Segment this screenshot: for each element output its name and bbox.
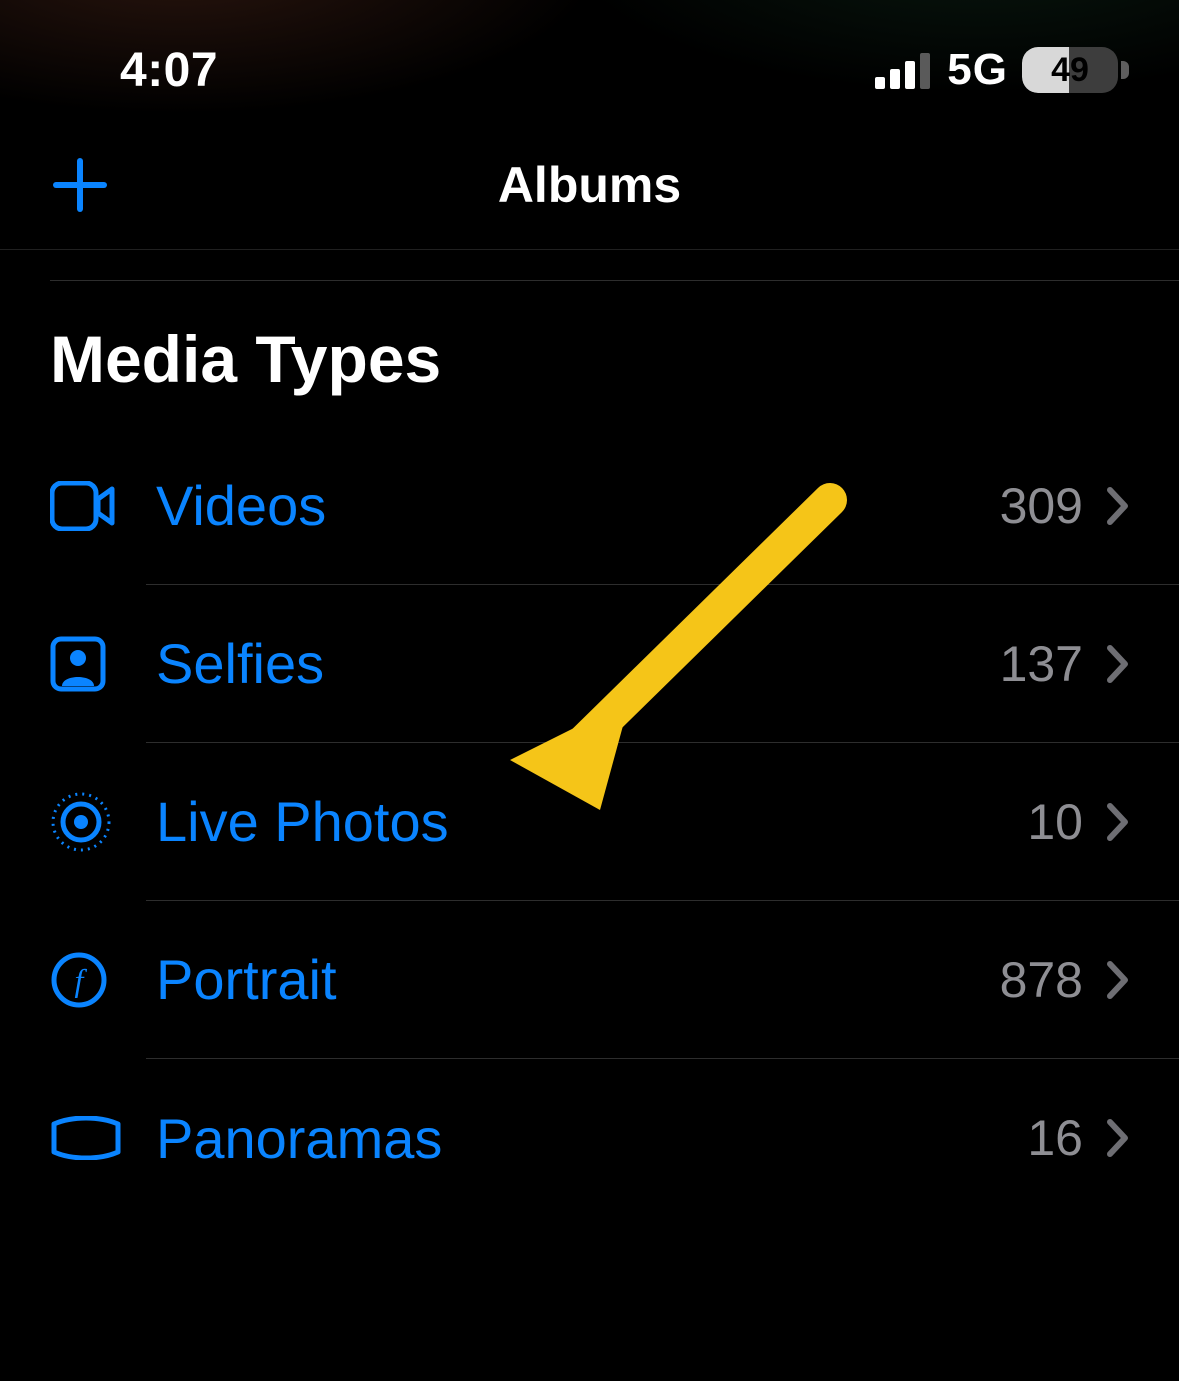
row-label: Live Photos [156,789,449,854]
media-types-list: Videos 309 Selfies 137 [0,427,1179,1217]
network-type: 5G [947,45,1008,95]
row-label: Portrait [156,947,337,1012]
row-videos[interactable]: Videos 309 [0,427,1179,585]
row-count: 137 [1000,635,1083,693]
livephotos-icon [50,791,146,853]
row-label: Selfies [156,631,324,696]
add-album-button[interactable] [50,155,110,215]
nav-bar: Albums [0,120,1179,250]
selfies-icon [50,636,146,692]
row-panoramas[interactable]: Panoramas 16 [0,1059,1179,1217]
chevron-right-icon [1107,1119,1129,1157]
chevron-right-icon [1107,803,1129,841]
cellular-signal-icon [875,51,933,89]
plus-icon [50,155,110,215]
status-bar: 4:07 5G 49 [0,0,1179,120]
row-selfies[interactable]: Selfies 137 [0,585,1179,743]
section-header-media-types: Media Types [0,281,1179,427]
row-live-photos[interactable]: Live Photos 10 [0,743,1179,901]
svg-text:f: f [75,962,88,998]
row-count: 878 [1000,951,1083,1009]
battery-level: 49 [1022,47,1118,93]
chevron-right-icon [1107,961,1129,999]
battery-indicator: 49 [1022,47,1129,93]
video-icon [50,481,146,531]
row-count: 10 [1027,793,1083,851]
row-label: Panoramas [156,1106,442,1171]
row-count: 309 [1000,477,1083,535]
row-portrait[interactable]: f Portrait 878 [0,901,1179,1059]
chevron-right-icon [1107,487,1129,525]
row-count: 16 [1027,1109,1083,1167]
chevron-right-icon [1107,645,1129,683]
status-right: 5G 49 [875,45,1129,95]
status-time: 4:07 [120,43,218,98]
row-label: Videos [156,473,326,538]
portrait-icon: f [50,951,146,1009]
panoramas-icon [50,1116,146,1160]
page-title: Albums [498,156,681,214]
